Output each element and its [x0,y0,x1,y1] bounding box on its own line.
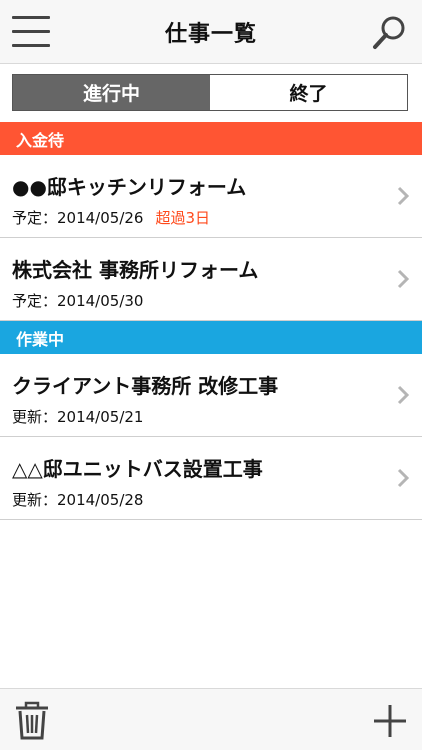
bottom-toolbar [0,688,422,750]
item-subtitle: 更新：2014/05/21 [12,406,143,427]
search-icon[interactable] [372,14,408,50]
item-subtitle: 予定：2014/05/26 超過3日 [12,207,210,228]
item-subtitle: 更新：2014/05/28 [12,489,143,510]
trash-icon[interactable] [14,701,50,741]
list-item[interactable]: ●●邸キッチンリフォーム 予定：2014/05/26 超過3日 [0,155,422,238]
chevron-right-icon [397,269,410,289]
item-title: クライアント事務所 改修工事 [12,374,279,398]
item-date: 更新：2014/05/21 [12,408,144,426]
list-item[interactable]: △△邸ユニットバス設置工事 更新：2014/05/28 [0,437,422,520]
item-date: 予定：2014/05/30 [12,292,144,310]
list-item[interactable]: 株式会社 事務所リフォーム 予定：2014/05/30 [0,238,422,321]
section-header-awaiting-payment: 入金待 [0,122,422,155]
chevron-right-icon [397,468,410,488]
status-segmented-control: 進行中 終了 [12,74,408,111]
overdue-badge: 超過3日 [155,209,211,227]
section-header-in-work: 作業中 [0,321,422,354]
item-title: ●●邸キッチンリフォーム [12,175,247,199]
item-date: 更新：2014/05/28 [12,491,144,509]
chevron-right-icon [397,186,410,206]
item-date: 予定：2014/05/26 [12,209,144,227]
item-subtitle: 予定：2014/05/30 [12,290,143,311]
page-title: 仕事一覧 [164,22,257,47]
segment-in-progress[interactable]: 進行中 [13,75,210,110]
plus-icon[interactable] [372,703,408,739]
chevron-right-icon [397,385,410,405]
item-title: △△邸ユニットバス設置工事 [12,457,263,481]
nav-bar: 仕事一覧 [0,0,422,64]
item-title: 株式会社 事務所リフォーム [12,258,259,282]
segment-finished[interactable]: 終了 [210,75,407,110]
list-item[interactable]: クライアント事務所 改修工事 更新：2014/05/21 [0,354,422,437]
